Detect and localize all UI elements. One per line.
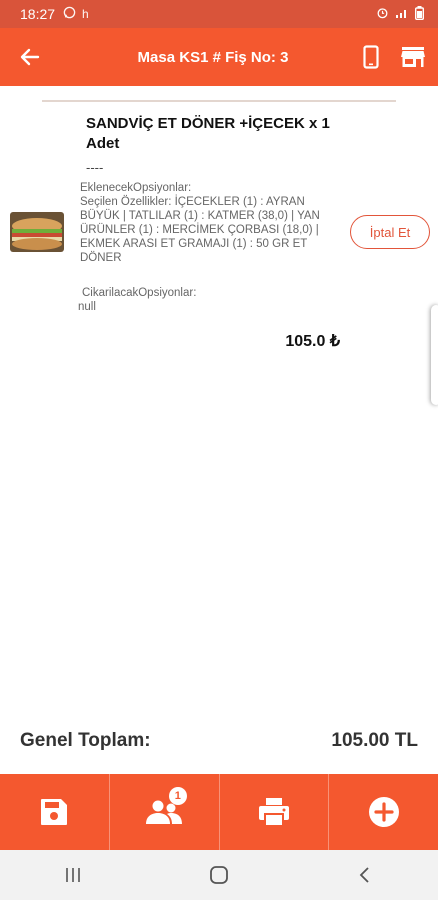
guests-count-badge: 1 xyxy=(168,787,187,805)
guests-button[interactable]: 1 xyxy=(110,774,220,850)
save-button[interactable] xyxy=(0,774,110,850)
system-nav-bar xyxy=(0,850,438,900)
removed-options-value: null xyxy=(78,301,96,313)
grand-total-row: Genel Toplam: 105.00 TL xyxy=(20,730,418,752)
added-options: EklenecekOpsiyonlar: Seçilen Özellikler:… xyxy=(78,181,338,265)
status-right-icons xyxy=(376,5,424,23)
added-options-text: Seçilen Özellikler: İÇECEKLER (1) : AYRA… xyxy=(80,196,320,264)
item-separator: ---- xyxy=(86,160,104,175)
item-price: 105.0 ₺ xyxy=(285,333,340,350)
smartphone-icon xyxy=(363,45,379,69)
phone-button[interactable] xyxy=(356,42,386,72)
arrow-left-icon xyxy=(20,48,40,66)
save-icon xyxy=(41,799,68,825)
status-time: 18:27 xyxy=(20,6,56,22)
store-button[interactable] xyxy=(398,42,428,72)
added-options-label: EklenecekOpsiyonlar: xyxy=(80,182,192,194)
add-item-button[interactable] xyxy=(329,774,438,850)
status-bar: 18:27 h xyxy=(0,0,438,28)
back-nav-button[interactable] xyxy=(335,855,395,895)
printer-icon xyxy=(258,798,289,827)
app-bar: Masa KS1 # Fiş No: 3 xyxy=(0,28,438,86)
recents-icon xyxy=(66,868,80,882)
battery-icon xyxy=(414,5,424,23)
plus-circle-icon xyxy=(368,797,399,827)
page-title: Masa KS1 # Fiş No: 3 xyxy=(137,48,289,66)
removed-options-label: CikarilacakOpsiyonlar: xyxy=(82,287,197,299)
grand-total-label: Genel Toplam: xyxy=(20,730,151,751)
grand-total-value: 105.00 TL xyxy=(331,730,418,751)
item-name: SANDVİÇ ET DÖNER +İÇECEK x 1 Adet xyxy=(86,115,330,152)
edge-panel-handle[interactable] xyxy=(431,305,438,405)
network-label: h xyxy=(82,7,89,21)
sandwich-image xyxy=(10,212,64,252)
chevron-left-icon xyxy=(359,867,369,883)
whatsapp-icon xyxy=(63,6,76,22)
bottom-action-bar: 1 xyxy=(0,774,438,850)
top-divider xyxy=(42,100,396,102)
signal-icon xyxy=(395,7,409,22)
home-icon xyxy=(210,866,228,884)
store-icon xyxy=(401,47,425,67)
alarm-icon xyxy=(376,6,389,22)
cancel-item-button[interactable]: İptal Et xyxy=(350,215,430,249)
print-button[interactable] xyxy=(220,774,330,850)
home-button[interactable] xyxy=(189,855,249,895)
recent-apps-button[interactable] xyxy=(43,855,103,895)
back-button[interactable] xyxy=(0,28,60,86)
